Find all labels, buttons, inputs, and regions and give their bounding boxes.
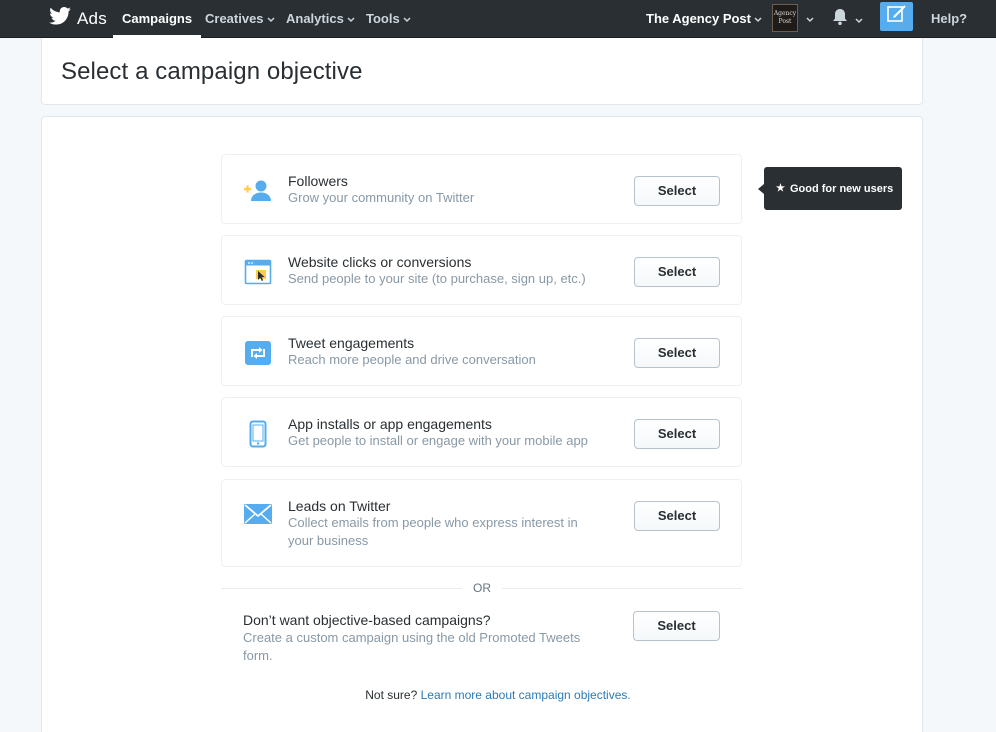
add-follower-icon [242, 175, 274, 207]
objective-description: Send people to your site (to purchase, s… [288, 271, 586, 286]
mobile-phone-icon [242, 418, 274, 450]
objective-description: Get people to install or engage with you… [288, 433, 588, 448]
nav-creatives[interactable]: Creatives [205, 0, 275, 37]
top-nav: Ads Campaigns Creatives Analytics Tools … [0, 0, 996, 38]
star-icon: ★ [776, 183, 785, 194]
page-header: Select a campaign objective [41, 38, 923, 105]
select-followers-button[interactable]: Select [634, 176, 720, 206]
notifications-button[interactable] [832, 8, 863, 31]
twitter-bird-icon [49, 7, 71, 30]
bell-icon [832, 8, 848, 31]
objective-description: Grow your community on Twitter [288, 190, 475, 205]
nav-analytics[interactable]: Analytics [286, 0, 355, 37]
objective-description: Collect emails from people who express i… [288, 515, 578, 548]
nav-creatives-label: Creatives [205, 11, 264, 26]
help-footer-prefix: Not sure? [365, 688, 421, 702]
nav-campaigns[interactable]: Campaigns [112, 0, 202, 38]
chevron-down-icon [855, 17, 863, 24]
avatar-menu-toggle[interactable] [803, 0, 814, 37]
help-link[interactable]: Help? [931, 0, 967, 37]
learn-more-link[interactable]: Learn more about campaign objectives. [421, 688, 631, 702]
chevron-down-icon [267, 16, 275, 23]
select-tweet-engagements-button[interactable]: Select [634, 338, 720, 368]
select-website-clicks-button[interactable]: Select [634, 257, 720, 287]
avatar[interactable]: Agency Post [772, 4, 798, 32]
objective-website-clicks: Website clicks or conversions Send peopl… [221, 235, 742, 305]
objective-app-installs: App installs or app engagements Get peop… [221, 397, 742, 467]
chevron-down-icon [754, 16, 762, 23]
chevron-down-icon [806, 16, 814, 23]
avatar-label: Agency Post [773, 10, 797, 25]
objective-title: Website clicks or conversions [288, 254, 472, 270]
alternative-description: Create a custom campaign using the old P… [243, 630, 581, 663]
objective-tweet-engagements: Tweet engagements Reach more people and … [221, 316, 742, 386]
help-footer: Not sure? Learn more about campaign obje… [0, 688, 996, 702]
retweet-icon [242, 337, 274, 369]
browser-window-cursor-icon [242, 256, 274, 288]
nav-tools-label: Tools [366, 11, 400, 26]
separator-or: OR [462, 581, 502, 595]
objective-leads: Leads on Twitter Collect emails from peo… [221, 479, 742, 567]
objective-description: Reach more people and drive conversation [288, 352, 536, 367]
nav-campaigns-label: Campaigns [122, 11, 193, 26]
page-title: Select a campaign objective [61, 58, 363, 85]
select-custom-campaign-button[interactable]: Select [633, 611, 720, 641]
account-name: The Agency Post [646, 11, 751, 26]
nav-tools[interactable]: Tools [366, 0, 411, 37]
objective-followers: Followers Grow your community on Twitter… [221, 154, 742, 224]
objective-title: Followers [288, 173, 348, 189]
objective-title: Tweet engagements [288, 335, 415, 351]
brand[interactable]: Ads [49, 0, 107, 37]
chevron-down-icon [403, 16, 411, 23]
compose-icon [886, 4, 908, 29]
alternative-title: Don’t want objective-based campaigns? [243, 612, 491, 628]
envelope-icon [242, 498, 274, 530]
select-leads-button[interactable]: Select [634, 501, 720, 531]
select-app-installs-button[interactable]: Select [634, 419, 720, 449]
compose-tweet-button[interactable] [880, 2, 913, 31]
tooltip-text: Good for new users [789, 182, 894, 195]
brand-label: Ads [77, 8, 107, 28]
help-label: Help? [931, 11, 968, 26]
objective-title: App installs or app engagements [288, 416, 492, 432]
objective-title: Leads on Twitter [288, 498, 391, 514]
good-for-new-users-tooltip: ★ Good for new users [758, 167, 902, 210]
chevron-down-icon [347, 16, 355, 23]
nav-analytics-label: Analytics [286, 11, 344, 26]
account-menu[interactable]: The Agency Post [646, 0, 762, 37]
